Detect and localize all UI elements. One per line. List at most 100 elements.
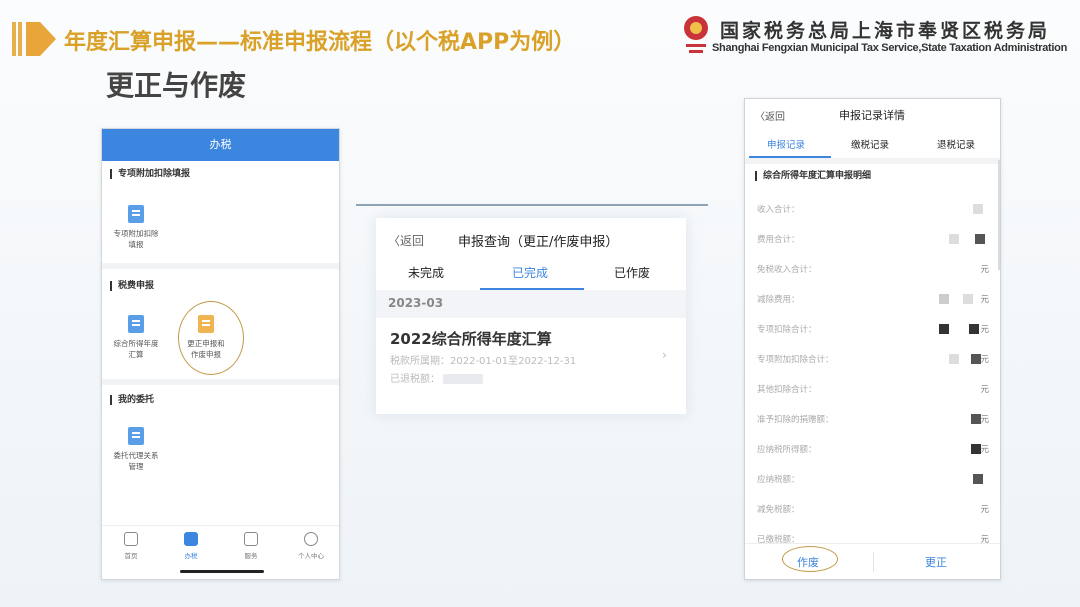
back-button[interactable]: 〈返回: [755, 108, 785, 123]
record-status-label: 已退税额：: [390, 374, 440, 385]
row-label: 准予扣除的捐赠额：: [757, 415, 834, 425]
tax-app-home-screen: 办税 专项附加扣除填报 专项附加扣除 填报 税费申报 综合所得年度 汇算 更正申…: [101, 128, 340, 580]
nav-label: 服务: [244, 552, 258, 560]
detail-row: 减免税额： 元: [757, 503, 989, 517]
redacted-value: [939, 324, 949, 334]
record-detail-screen: 〈返回 申报记录详情 申报记录 缴税记录 退税记录 综合所得年度汇算申报明细 收…: [744, 98, 1001, 580]
highlight-ring: [178, 301, 244, 375]
tile-label: 汇算: [128, 350, 144, 359]
slide-title: 年度汇算申报——标准申报流程（以个税APP为例）: [64, 30, 576, 55]
divider: [873, 552, 874, 572]
row-unit: 元: [980, 295, 989, 305]
tax-emblem-icon: [684, 16, 708, 53]
tab-refund-records[interactable]: 退税记录: [937, 137, 975, 151]
annual-settlement-icon: [128, 315, 144, 333]
section-heading: 税费申报: [110, 281, 154, 291]
redacted-value: [973, 204, 983, 214]
tab-voided[interactable]: 已作废: [614, 264, 650, 281]
row-label: 应纳税额：: [757, 475, 800, 485]
row-label: 专项扣除合计：: [757, 325, 817, 335]
redacted-value: [949, 234, 959, 244]
nav-personal-center[interactable]: 个人中心: [286, 532, 336, 560]
detail-row: 应纳税额：: [757, 473, 989, 487]
row-label: 减免税额：: [757, 505, 800, 515]
divider: [745, 158, 1000, 164]
nav-home[interactable]: 首页: [106, 532, 156, 560]
detail-row: 费用合计：: [757, 233, 989, 247]
row-label: 收入合计：: [757, 205, 800, 215]
tab-completed[interactable]: 已完成: [512, 264, 548, 281]
row-label: 费用合计：: [757, 235, 800, 245]
tile-label: 委托代理关系: [113, 451, 159, 460]
nav-label: 个人中心: [298, 552, 324, 560]
back-button[interactable]: 〈返回: [388, 232, 424, 249]
row-label: 免税收入合计：: [757, 265, 817, 275]
scrollbar[interactable]: [998, 160, 1000, 270]
tile-label: 管理: [128, 462, 144, 471]
redacted-value: [973, 474, 983, 484]
detail-row: 准予扣除的捐赠额： 元: [757, 413, 989, 427]
record-status: 已退税额：: [390, 370, 484, 385]
detail-row: 减除费用： 元: [757, 293, 989, 307]
nav-label: 办税: [184, 552, 198, 560]
divider: [356, 204, 708, 206]
section-heading: 专项附加扣除填报: [110, 169, 190, 179]
delegation-tile[interactable]: 委托代理关系 管理: [106, 427, 166, 472]
org-name-en: Shanghai Fengxian Municipal Tax Service,…: [712, 42, 1068, 54]
row-unit: 元: [980, 445, 989, 455]
redacted-value: [963, 294, 973, 304]
row-unit: 元: [980, 415, 989, 425]
tile-label: 专项附加扣除: [113, 229, 159, 238]
screen-title: 申报记录详情: [839, 109, 905, 122]
row-label: 减除费用：: [757, 295, 800, 305]
row-unit: 元: [980, 355, 989, 365]
tab-incomplete[interactable]: 未完成: [408, 264, 444, 281]
query-screen: 〈返回 申报查询（更正/作废申报） 未完成 已完成 已作废 2023-03 20…: [376, 218, 686, 414]
slide-arrow-icon: [12, 22, 56, 56]
detail-row: 专项扣除合计： 元: [757, 323, 989, 337]
detail-row: 应纳税所得额： 元: [757, 443, 989, 457]
redacted-value: [969, 324, 979, 334]
highlight-ring: [782, 546, 838, 572]
row-unit: 元: [980, 325, 989, 335]
redacted-value: [939, 294, 949, 304]
row-label: 专项附加扣除合计：: [757, 355, 834, 365]
section-heading: 综合所得年度汇算申报明细: [755, 171, 871, 181]
app-header: 办税: [102, 129, 339, 161]
nav-service[interactable]: 服务: [226, 532, 276, 560]
tab-filing-records[interactable]: 申报记录: [767, 137, 805, 151]
tile-label: 填报: [128, 240, 144, 249]
tile-label: 综合所得年度: [113, 339, 159, 348]
detail-row: 收入合计：: [757, 203, 989, 217]
section-title: 更正与作废: [106, 69, 247, 102]
date-group-label: 2023-03: [388, 296, 444, 310]
row-label: 其他扣除合计：: [757, 385, 817, 395]
redacted-value: [975, 234, 985, 244]
detail-row: 专项附加扣除合计： 元: [757, 353, 989, 367]
redacted-amount: [443, 374, 484, 384]
tab-payment-records[interactable]: 缴税记录: [851, 137, 889, 151]
deduction-section: 专项附加扣除填报 专项附加扣除 填报: [102, 161, 339, 269]
correct-button[interactable]: 更正: [925, 554, 947, 570]
row-label: 应纳税所得额：: [757, 445, 817, 455]
row-unit: 元: [980, 505, 989, 515]
detail-row: 免税收入合计： 元: [757, 263, 989, 277]
deduction-form-tile[interactable]: 专项附加扣除 填报: [106, 205, 166, 250]
annual-settlement-tile[interactable]: 综合所得年度 汇算: [106, 315, 166, 360]
org-logo: 国家税务总局上海市奉贤区税务局 Shanghai Fengxian Munici…: [676, 14, 1067, 60]
home-indicator: [180, 570, 264, 573]
section-heading: 我的委托: [110, 395, 154, 405]
detail-row: 其他扣除合计： 元: [757, 383, 989, 397]
tax-service-icon: [184, 532, 198, 546]
home-icon: [124, 532, 138, 546]
delegation-section: 我的委托 委托代理关系 管理: [102, 385, 339, 497]
delegation-icon: [128, 427, 144, 445]
screen-title: 申报查询（更正/作废申报）: [458, 235, 619, 250]
record-period: 税款所属期：2022-01-01至2022-12-31: [390, 356, 577, 367]
row-unit: 元: [980, 385, 989, 395]
org-name-cn: 国家税务总局上海市奉贤区税务局: [720, 20, 1051, 42]
record-title[interactable]: 2022综合所得年度汇算: [390, 328, 552, 349]
user-icon: [304, 532, 318, 546]
bottom-nav: 首页 办税 服务 个人中心: [102, 525, 339, 579]
nav-tax-service[interactable]: 办税: [166, 532, 216, 560]
